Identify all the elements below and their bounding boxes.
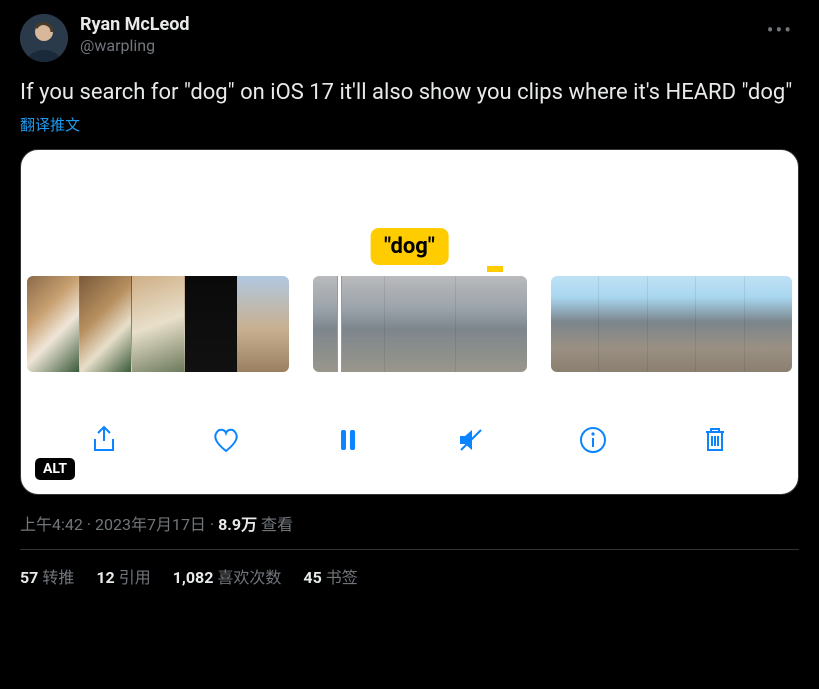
avatar[interactable] xyxy=(20,14,68,62)
reposts-label: 转推 xyxy=(42,568,74,587)
pause-icon[interactable] xyxy=(328,420,368,460)
video-frame xyxy=(185,276,238,372)
bookmarks-count: 45 xyxy=(303,568,321,587)
tweet-time: 上午4:42 xyxy=(20,515,83,534)
video-frame xyxy=(599,276,647,372)
reposts-count: 57 xyxy=(20,568,38,587)
likes-label: 喜欢次数 xyxy=(217,568,281,587)
video-frame xyxy=(385,276,457,372)
video-frame xyxy=(745,276,792,372)
video-frame xyxy=(27,276,80,372)
mute-icon[interactable] xyxy=(451,420,491,460)
more-options-icon[interactable]: ••• xyxy=(761,14,799,46)
video-frame xyxy=(648,276,696,372)
translate-link[interactable]: 翻译推文 xyxy=(20,114,80,135)
heart-icon[interactable] xyxy=(206,420,246,460)
tweet-date: 2023年7月17日 xyxy=(95,515,206,534)
quotes-count: 12 xyxy=(96,568,114,587)
tweet-text: If you search for "dog" on iOS 17 it'll … xyxy=(20,78,799,108)
reposts-stat[interactable]: 57转推 xyxy=(20,564,74,588)
stats-row: 57转推 12 引用 1,082喜欢次数 45 书签 xyxy=(20,550,799,588)
views-count: 8.9万 xyxy=(218,515,257,534)
author-name-block[interactable]: Ryan McLeod @warpling xyxy=(80,14,749,55)
playhead[interactable] xyxy=(337,276,342,372)
speech-caption-bubble: "dog" xyxy=(370,228,449,265)
tweet-header: Ryan McLeod @warpling ••• xyxy=(20,14,799,62)
bookmarks-stat[interactable]: 45 书签 xyxy=(303,564,357,588)
media-toolbar xyxy=(21,410,798,470)
tweet-container: Ryan McLeod @warpling ••• If you search … xyxy=(0,0,819,588)
info-icon[interactable] xyxy=(573,420,613,460)
views-label: 查看 xyxy=(261,515,293,534)
clip-group[interactable] xyxy=(313,276,527,372)
video-frame xyxy=(80,276,133,372)
video-frame xyxy=(696,276,744,372)
author-handle: @warpling xyxy=(80,36,749,55)
video-frame xyxy=(456,276,527,372)
tweet-meta[interactable]: 上午4:42 · 2023年7月17日 · 8.9万 查看 xyxy=(20,511,799,535)
clip-group[interactable] xyxy=(551,276,792,372)
media-attachment[interactable]: "dog" xyxy=(20,149,799,495)
clip-group[interactable] xyxy=(27,276,289,372)
author-display-name: Ryan McLeod xyxy=(80,14,749,36)
trash-icon[interactable] xyxy=(695,420,735,460)
caption-position-marker xyxy=(487,266,503,272)
video-frame xyxy=(551,276,599,372)
bookmarks-label: 书签 xyxy=(326,568,358,587)
video-frame xyxy=(313,276,385,372)
quotes-stat[interactable]: 12 引用 xyxy=(96,564,150,588)
video-frame xyxy=(132,276,185,372)
video-frame xyxy=(237,276,289,372)
likes-stat[interactable]: 1,082喜欢次数 xyxy=(173,564,282,588)
likes-count: 1,082 xyxy=(173,568,214,587)
video-timeline[interactable] xyxy=(21,276,798,372)
quotes-label: 引用 xyxy=(119,568,151,587)
share-icon[interactable] xyxy=(84,420,124,460)
alt-text-badge[interactable]: ALT xyxy=(35,458,75,480)
